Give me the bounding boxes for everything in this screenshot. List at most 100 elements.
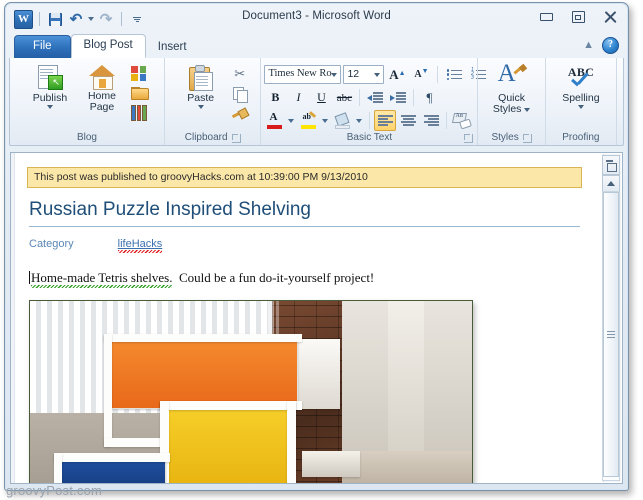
publish-button[interactable]: ↖ Publish [25, 63, 75, 109]
clear-formatting-icon: Aα [452, 113, 473, 130]
left-margin-strip [11, 153, 15, 483]
quick-styles-label-2: Styles [493, 104, 531, 115]
shading-dropdown-icon[interactable] [356, 118, 363, 123]
shading-button[interactable] [332, 110, 354, 131]
ribbon-group-clipboard: Paste ✂ Clipboard [163, 58, 261, 145]
group-label-clipboard-text: Clipboard [184, 132, 228, 143]
category-label: Category [29, 238, 74, 250]
category-value-text: lifeHacks [117, 238, 163, 250]
format-painter-button[interactable] [230, 104, 250, 123]
strikethrough-button[interactable]: abc [333, 87, 355, 108]
scrollbar-thumb[interactable] [603, 192, 619, 477]
manage-accounts-button[interactable] [129, 104, 149, 123]
restore-button[interactable] [567, 9, 589, 25]
ribbon-group-styles: A Quick Styles Styles [477, 58, 544, 145]
body-sentence-1: Home-made Tetris shelves. [31, 270, 173, 288]
strikethrough-icon: abc [336, 91, 353, 104]
spelling-dropdown-icon[interactable] [577, 105, 584, 109]
chevron-up-icon [607, 181, 615, 186]
group-label-proofing: Proofing [549, 131, 613, 145]
watermark: groovyPost.com [6, 483, 103, 498]
scrollbar-track[interactable] [602, 191, 620, 481]
category-grid-icon [131, 66, 147, 81]
collapse-ribbon-icon[interactable]: ▲ [583, 40, 594, 51]
minimize-button[interactable] [535, 9, 557, 25]
clear-formatting-button[interactable]: Aα [451, 110, 473, 131]
blog-post-canvas[interactable]: This post was published to groovyHacks.c… [19, 153, 592, 483]
close-button[interactable] [599, 9, 621, 25]
home-page-button[interactable]: Home Page [77, 63, 127, 113]
font-color-dropdown-icon[interactable] [288, 118, 295, 123]
align-left-button[interactable] [374, 110, 397, 131]
cut-button[interactable]: ✂ [230, 64, 250, 83]
decrease-indent-button[interactable] [364, 87, 386, 108]
font-name-dropdown-icon[interactable] [331, 73, 338, 77]
home-icon [88, 65, 115, 90]
group-label-proofing-text: Proofing [562, 132, 600, 143]
underline-button[interactable]: U [310, 87, 332, 108]
show-formatting-marks-button[interactable]: ¶ [418, 87, 440, 108]
highlight-dropdown-icon[interactable] [322, 118, 329, 123]
close-icon [604, 11, 617, 23]
quick-styles-dropdown-icon[interactable] [524, 108, 531, 112]
vertical-scrollbar[interactable] [602, 154, 621, 482]
italic-button[interactable]: I [287, 87, 309, 108]
font-color-button[interactable]: A [264, 110, 286, 131]
spelling-squiggle [117, 250, 163, 253]
ruler-icon [606, 159, 617, 172]
ribbon-group-blog: ↖ Publish Home Page Blog [10, 58, 164, 145]
scroll-up-button[interactable] [602, 175, 620, 192]
group-label-styles-text: Styles [491, 132, 519, 143]
quick-styles-button[interactable]: A Quick Styles [487, 61, 537, 115]
font-size-input[interactable]: 12 [343, 65, 385, 84]
bullets-button[interactable] [443, 64, 465, 85]
post-body-text[interactable]: Home-made Tetris shelves. Could be a fun… [29, 270, 582, 288]
pilcrow-icon: ¶ [426, 90, 433, 105]
category-row: Category lifeHacks [29, 238, 582, 253]
tab-insert[interactable]: Insert [146, 37, 199, 58]
post-title[interactable]: Russian Puzzle Inspired Shelving [29, 198, 582, 222]
increase-indent-button[interactable] [387, 87, 409, 108]
text-highlight-button[interactable]: ab [298, 110, 320, 131]
scissors-icon: ✂ [234, 66, 246, 81]
paste-button[interactable]: Paste [176, 63, 226, 109]
decrease-indent-icon [367, 92, 384, 103]
category-value[interactable]: lifeHacks [117, 238, 163, 253]
highlight-icon: ab [301, 111, 317, 129]
group-label-blog-text: Blog [76, 132, 97, 143]
group-label-blog: Blog [13, 131, 161, 145]
publish-dropdown-icon[interactable] [46, 105, 53, 109]
bold-icon: B [271, 90, 280, 104]
paste-dropdown-icon[interactable] [197, 105, 204, 109]
align-center-icon [400, 115, 416, 126]
bold-button[interactable]: B [264, 87, 286, 108]
tab-file[interactable]: File [14, 35, 71, 58]
view-ruler-button[interactable] [602, 155, 620, 175]
font-name-input[interactable]: Times New Ro [264, 65, 342, 84]
text-cursor [29, 271, 30, 284]
spelling-button[interactable]: ABC Spelling [552, 63, 610, 109]
group-label-styles: Styles [481, 131, 541, 145]
help-icon[interactable]: ? [602, 37, 619, 54]
tab-blog-post[interactable]: Blog Post [70, 34, 146, 58]
styles-dialog-launcher[interactable] [522, 133, 532, 143]
insert-category-button[interactable] [129, 64, 149, 83]
align-right-button[interactable] [420, 110, 442, 131]
accounts-icon [130, 104, 147, 121]
shelving-photo[interactable] [29, 300, 473, 483]
align-center-button[interactable] [397, 110, 419, 131]
font-color-icon: A [267, 111, 283, 129]
screenshot-root: W ↶ ↷ Document3 - Microsoft Word File Bl… [0, 0, 643, 500]
basic-text-dialog-launcher[interactable] [464, 134, 474, 143]
font-size-dropdown-icon[interactable] [374, 73, 381, 77]
align-right-icon [423, 115, 439, 126]
shrink-font-button[interactable]: A▼ [410, 64, 432, 85]
grow-font-button[interactable]: A▲ [386, 64, 408, 85]
open-existing-button[interactable] [129, 84, 149, 103]
ribbon-group-empty [615, 58, 623, 145]
copy-button[interactable] [230, 84, 250, 103]
bullets-icon [446, 69, 462, 80]
clipboard-dialog-launcher[interactable] [231, 133, 241, 143]
increase-indent-icon [390, 92, 407, 103]
title-bar: W ↶ ↷ Document3 - Microsoft Word [6, 4, 627, 34]
